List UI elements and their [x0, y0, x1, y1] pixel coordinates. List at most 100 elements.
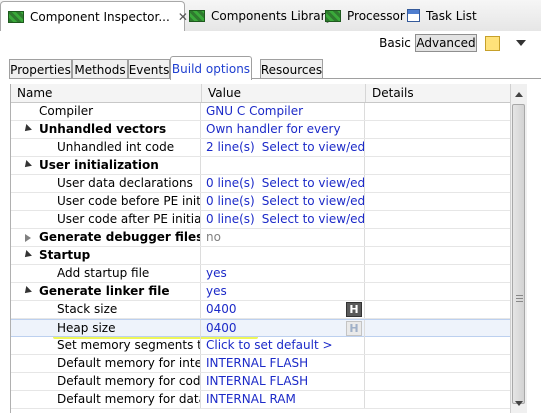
table-row[interactable]: Heap size 0400 H: [11, 319, 511, 337]
select-to-view-edit-link[interactable]: Select to view/edit: [262, 140, 364, 154]
view-menu-icon: [516, 40, 526, 46]
component-inspector-icon: [8, 11, 24, 23]
close-tab-icon[interactable]: ✕: [178, 10, 188, 24]
table-row[interactable]: Generate linker file yes: [11, 283, 511, 301]
hex-toggle-button[interactable]: H: [346, 302, 362, 317]
tab-components-library[interactable]: Components Library: [189, 2, 333, 29]
view-menu-button[interactable]: [514, 34, 528, 52]
row-value-text: INTERNAL FLASH: [206, 374, 309, 388]
note-button[interactable]: [484, 34, 500, 52]
basic-button[interactable]: Basic: [378, 34, 412, 52]
tab-methods[interactable]: Methods: [72, 59, 128, 79]
row-details-cell: [366, 265, 511, 282]
table-row[interactable]: Add startup file yes: [11, 265, 511, 283]
table-row[interactable]: User data declarations 0 line(s) Select to…: [11, 175, 511, 193]
row-value-cell[interactable]: 0 line(s) Select to view/edit: [202, 193, 365, 210]
row-value-cell[interactable]: [202, 157, 365, 174]
row-name-cell: User data declarations: [11, 175, 201, 192]
row-value-cell[interactable]: [202, 247, 365, 264]
tab-divider: [9, 78, 541, 79]
tab-task-list[interactable]: Task List: [407, 2, 477, 29]
task-list-icon: [407, 9, 420, 22]
row-name-cell: Heap size: [11, 320, 201, 337]
row-name-text: User initialization: [39, 158, 159, 172]
table-row[interactable]: User code after PE initializat 0 line(s) S…: [11, 211, 511, 229]
row-value-cell[interactable]: INTERNAL RAM: [202, 391, 365, 408]
scrollbar-thumb[interactable]: [512, 104, 525, 404]
row-name-text: Default memory for data: [57, 392, 201, 406]
tab-component-inspector[interactable]: Component Inspector... ✕: [0, 1, 188, 32]
row-value-cell[interactable]: 2 line(s) Select to view/edit: [202, 139, 365, 156]
tab-processor[interactable]: Processor: [325, 2, 405, 29]
row-value-cell[interactable]: 0400 H: [202, 320, 365, 337]
row-name-cell: Stack size: [11, 301, 201, 318]
select-to-view-edit-link[interactable]: Select to view/edit: [262, 176, 364, 190]
arrow-down-icon: [515, 400, 523, 406]
row-value-cell[interactable]: Own handler for every: [202, 121, 365, 138]
tab-resources[interactable]: Resources: [260, 59, 323, 79]
table-row[interactable]: User initialization: [11, 157, 511, 175]
tab-properties[interactable]: Properties: [9, 59, 72, 79]
table-row[interactable]: Startup: [11, 247, 511, 265]
scroll-up-button[interactable]: [511, 86, 527, 102]
advanced-button[interactable]: Advanced: [415, 34, 477, 52]
row-value-text: no: [206, 230, 221, 244]
row-name-cell: Default memory for interru: [11, 355, 201, 372]
row-name-text: Compiler: [39, 104, 94, 118]
row-name-text: Generate debugger files: [39, 230, 201, 244]
collapsed-icon[interactable]: [25, 234, 31, 242]
table-row[interactable]: Default memory for interru INTERNAL FLASH: [11, 355, 511, 373]
expanded-icon[interactable]: [22, 250, 32, 260]
row-details-cell: [366, 157, 511, 174]
row-value-text: yes: [206, 284, 227, 298]
table-row[interactable]: Stack size 0400 H: [11, 301, 511, 319]
row-details-cell: [366, 247, 511, 264]
grip-icon: [516, 295, 523, 302]
table-row[interactable]: Set memory segments to d Click to set def…: [11, 337, 511, 355]
row-name-text: User code before PE initializ: [57, 194, 201, 208]
expanded-icon[interactable]: [22, 286, 32, 296]
row-value-cell[interactable]: 0 line(s) Select to view/edit: [202, 175, 365, 192]
table-row[interactable]: User code before PE initializ 0 line(s) Se…: [11, 193, 511, 211]
tab-events[interactable]: Events: [128, 59, 170, 79]
row-value-cell[interactable]: INTERNAL FLASH: [202, 373, 365, 390]
expanded-icon[interactable]: [22, 124, 32, 134]
row-value-cell[interactable]: 0400 H: [202, 301, 365, 318]
expanded-icon[interactable]: [22, 160, 32, 170]
table-row[interactable]: Unhandled vectors Own handler for every: [11, 121, 511, 139]
select-to-view-edit-link[interactable]: Select to view/edit: [262, 194, 364, 208]
row-value-cell[interactable]: yes: [202, 283, 365, 300]
row-name-text: Heap size: [57, 321, 116, 335]
row-name-text: Set memory segments to d: [57, 338, 200, 352]
table-row[interactable]: Compiler GNU C Compiler: [11, 103, 511, 121]
tab-build-options[interactable]: Build options: [170, 56, 252, 80]
components-library-icon: [189, 9, 205, 22]
row-details-cell: [366, 193, 511, 210]
arrow-up-icon: [515, 91, 523, 97]
select-to-view-edit-link[interactable]: Select to view/edit: [262, 212, 364, 226]
row-value-cell[interactable]: yes: [202, 265, 365, 282]
row-value-text: 0400: [206, 302, 237, 316]
row-details-cell: [366, 355, 511, 372]
row-value-cell[interactable]: INTERNAL FLASH: [202, 355, 365, 372]
row-value-cell[interactable]: Click to set default >: [202, 337, 365, 354]
column-header-value[interactable]: Value: [202, 84, 366, 102]
row-name-cell: Default memory for data: [11, 391, 201, 408]
row-name-cell: Unhandled vectors: [11, 121, 201, 138]
row-name-text: User code after PE initializat: [57, 212, 201, 226]
vertical-scrollbar[interactable]: [510, 84, 527, 413]
row-value-cell[interactable]: no: [202, 229, 365, 246]
table-row[interactable]: Unhandled int code 2 line(s) Select to vie…: [11, 139, 511, 157]
table-row[interactable]: Default memory for data INTERNAL RAM: [11, 391, 511, 409]
row-details-cell: [366, 283, 511, 300]
hex-toggle-button[interactable]: H: [346, 321, 362, 336]
table-row[interactable]: Generate debugger files no: [11, 229, 511, 247]
row-name-cell: User initialization: [11, 157, 201, 174]
column-header-details[interactable]: Details: [366, 84, 511, 102]
row-value-text: GNU C Compiler: [206, 104, 304, 118]
row-value-cell[interactable]: 0 line(s) Select to view/edit: [202, 211, 365, 228]
column-header-name[interactable]: Name: [11, 84, 202, 102]
row-value-cell[interactable]: GNU C Compiler: [202, 103, 365, 120]
table-row[interactable]: Default memory for code INTERNAL FLASH: [11, 373, 511, 391]
scroll-down-button[interactable]: [511, 395, 527, 411]
